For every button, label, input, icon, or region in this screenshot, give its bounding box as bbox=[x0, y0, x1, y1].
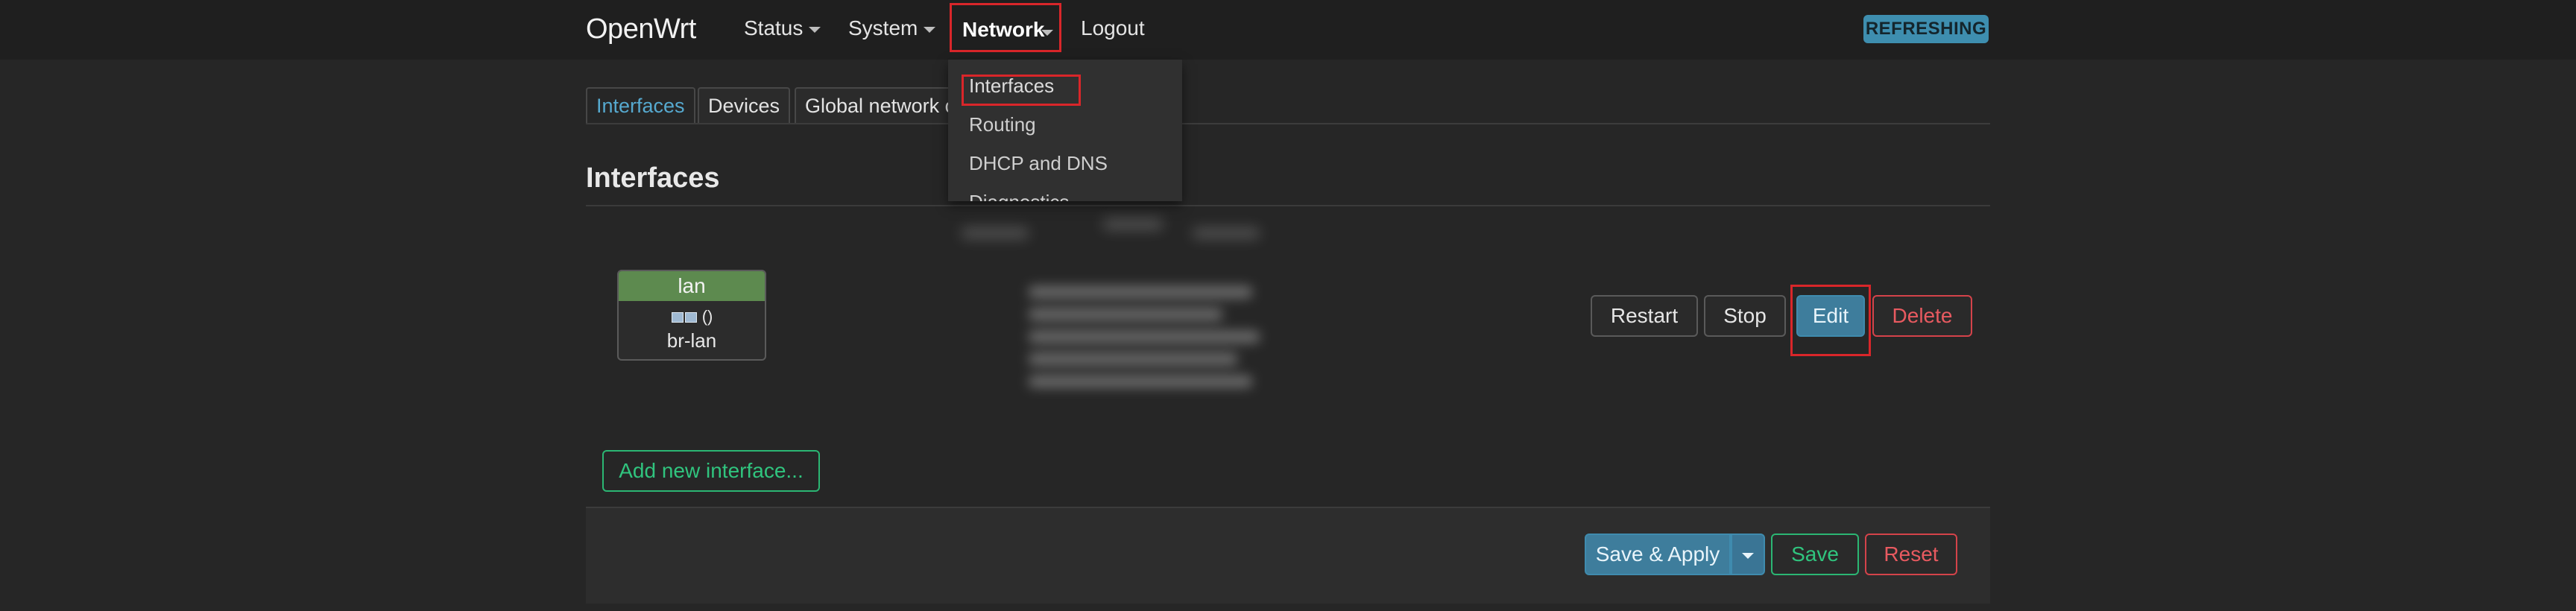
save-apply-dropdown-toggle[interactable] bbox=[1731, 534, 1765, 575]
tab-global-network-options[interactable]: Global network o bbox=[795, 87, 960, 123]
menu-item-routing[interactable]: Routing bbox=[969, 113, 1036, 136]
chevron-down-icon bbox=[809, 26, 821, 33]
tab-devices[interactable]: Devices bbox=[698, 87, 791, 123]
nav-system-menu[interactable]: System bbox=[848, 16, 936, 40]
interface-device-icons: () bbox=[619, 306, 765, 328]
bridge-icon-text: () bbox=[701, 307, 713, 326]
brand-logo[interactable]: OpenWrt bbox=[586, 13, 696, 45]
nav-logout-link[interactable]: Logout bbox=[1081, 16, 1145, 40]
menu-item-diagnostics[interactable]: Diagnostics bbox=[969, 191, 1069, 201]
restart-button[interactable]: Restart bbox=[1591, 295, 1698, 337]
blurred-interface-status bbox=[1029, 276, 1267, 410]
save-apply-button[interactable]: Save & Apply bbox=[1585, 534, 1731, 575]
nav-status-menu[interactable]: Status bbox=[744, 16, 821, 40]
menu-item-dhcp-dns[interactable]: DHCP and DNS bbox=[969, 152, 1108, 175]
page: OpenWrt Status System Network Logout REF… bbox=[0, 0, 2576, 611]
reset-button[interactable]: Reset bbox=[1865, 534, 1957, 575]
chevron-down-icon bbox=[924, 26, 936, 33]
top-navbar: OpenWrt Status System Network Logout REF… bbox=[0, 0, 2576, 60]
interface-device-name: br-lan bbox=[666, 329, 717, 352]
network-device-icon bbox=[684, 312, 697, 323]
edit-highlight-box bbox=[1790, 285, 1871, 356]
page-title: Interfaces bbox=[586, 162, 720, 194]
add-interface-button[interactable]: Add new interface... bbox=[602, 450, 820, 492]
nav-status-label: Status bbox=[744, 16, 804, 39]
network-device-icon bbox=[671, 312, 684, 323]
nav-system-label: System bbox=[848, 16, 918, 39]
blurred-header-region bbox=[894, 206, 1357, 258]
tab-divider bbox=[586, 123, 1990, 124]
interface-badge-lan[interactable]: lan () br-lan bbox=[617, 270, 766, 361]
nav-network-label: Network bbox=[962, 18, 1045, 41]
refreshing-badge[interactable]: REFRESHING bbox=[1863, 15, 1989, 43]
chevron-down-icon bbox=[1041, 30, 1053, 36]
chevron-down-icon bbox=[1742, 553, 1754, 559]
interface-name: lan bbox=[619, 271, 765, 301]
stop-button[interactable]: Stop bbox=[1704, 295, 1786, 337]
menu-item-highlight-box bbox=[962, 75, 1081, 106]
tab-interfaces[interactable]: Interfaces bbox=[586, 87, 695, 123]
nav-network-menu[interactable]: Network bbox=[950, 3, 1061, 52]
delete-button[interactable]: Delete bbox=[1872, 295, 1972, 337]
save-button[interactable]: Save bbox=[1771, 534, 1859, 575]
